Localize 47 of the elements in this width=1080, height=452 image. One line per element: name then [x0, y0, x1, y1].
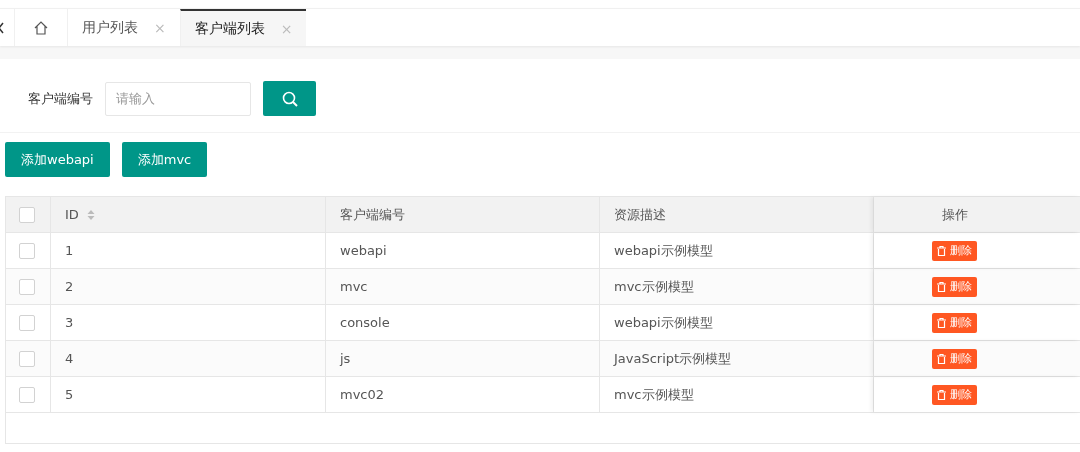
table-cell: console	[340, 315, 390, 330]
checkbox[interactable]	[19, 314, 35, 331]
search-icon	[280, 89, 299, 108]
chevron-left-icon[interactable]	[0, 21, 4, 34]
table-cell: 3	[65, 315, 74, 330]
column-header[interactable]: ID	[65, 207, 79, 222]
trash-icon	[937, 389, 946, 400]
add-button[interactable]: 添加webapi	[5, 142, 110, 177]
delete-button[interactable]: 删除	[932, 240, 977, 261]
trash-icon	[937, 353, 946, 364]
column-header: 操作	[941, 205, 968, 224]
delete-button[interactable]: 删除	[932, 276, 977, 297]
table-cell: webapi示例模型	[614, 241, 713, 260]
table-cell: js	[340, 351, 351, 366]
checkbox[interactable]	[19, 386, 35, 403]
tab[interactable]: 客户端列表 ×	[179, 9, 307, 46]
trash-icon	[937, 245, 946, 256]
column-header: 客户端编号	[340, 205, 405, 224]
search-button[interactable]	[263, 81, 316, 116]
checkbox[interactable]	[19, 350, 35, 367]
delete-button[interactable]: 删除	[932, 312, 977, 333]
table-cell: mvc02	[340, 387, 385, 402]
field-label: 客户端编号	[28, 89, 93, 108]
sort-icon[interactable]	[86, 208, 95, 221]
table-cell: JavaScript示例模型	[614, 349, 732, 368]
table-cell: webapi	[340, 243, 387, 258]
table-cell: 5	[65, 387, 74, 402]
delete-button[interactable]: 删除	[932, 384, 977, 405]
table-cell: 2	[65, 279, 74, 294]
delete-button[interactable]: 删除	[932, 348, 977, 369]
checkbox[interactable]	[19, 206, 35, 223]
column-header: 资源描述	[614, 205, 666, 224]
input-field[interactable]: 请输入	[105, 81, 251, 116]
add-button[interactable]: 添加mvc	[121, 142, 208, 177]
checkbox[interactable]	[19, 242, 35, 259]
table-cell: mvc示例模型	[614, 277, 694, 296]
table-cell: 1	[65, 243, 74, 258]
trash-icon	[937, 317, 946, 328]
close-icon[interactable]: ×	[154, 19, 166, 36]
close-icon[interactable]: ×	[280, 20, 293, 37]
home-icon	[33, 19, 49, 36]
table-cell: 4	[65, 351, 74, 366]
table-cell: mvc	[340, 279, 368, 294]
checkbox[interactable]	[19, 278, 35, 295]
trash-icon	[937, 281, 946, 292]
table-cell: webapi示例模型	[614, 313, 713, 332]
table-cell: mvc示例模型	[614, 385, 694, 404]
